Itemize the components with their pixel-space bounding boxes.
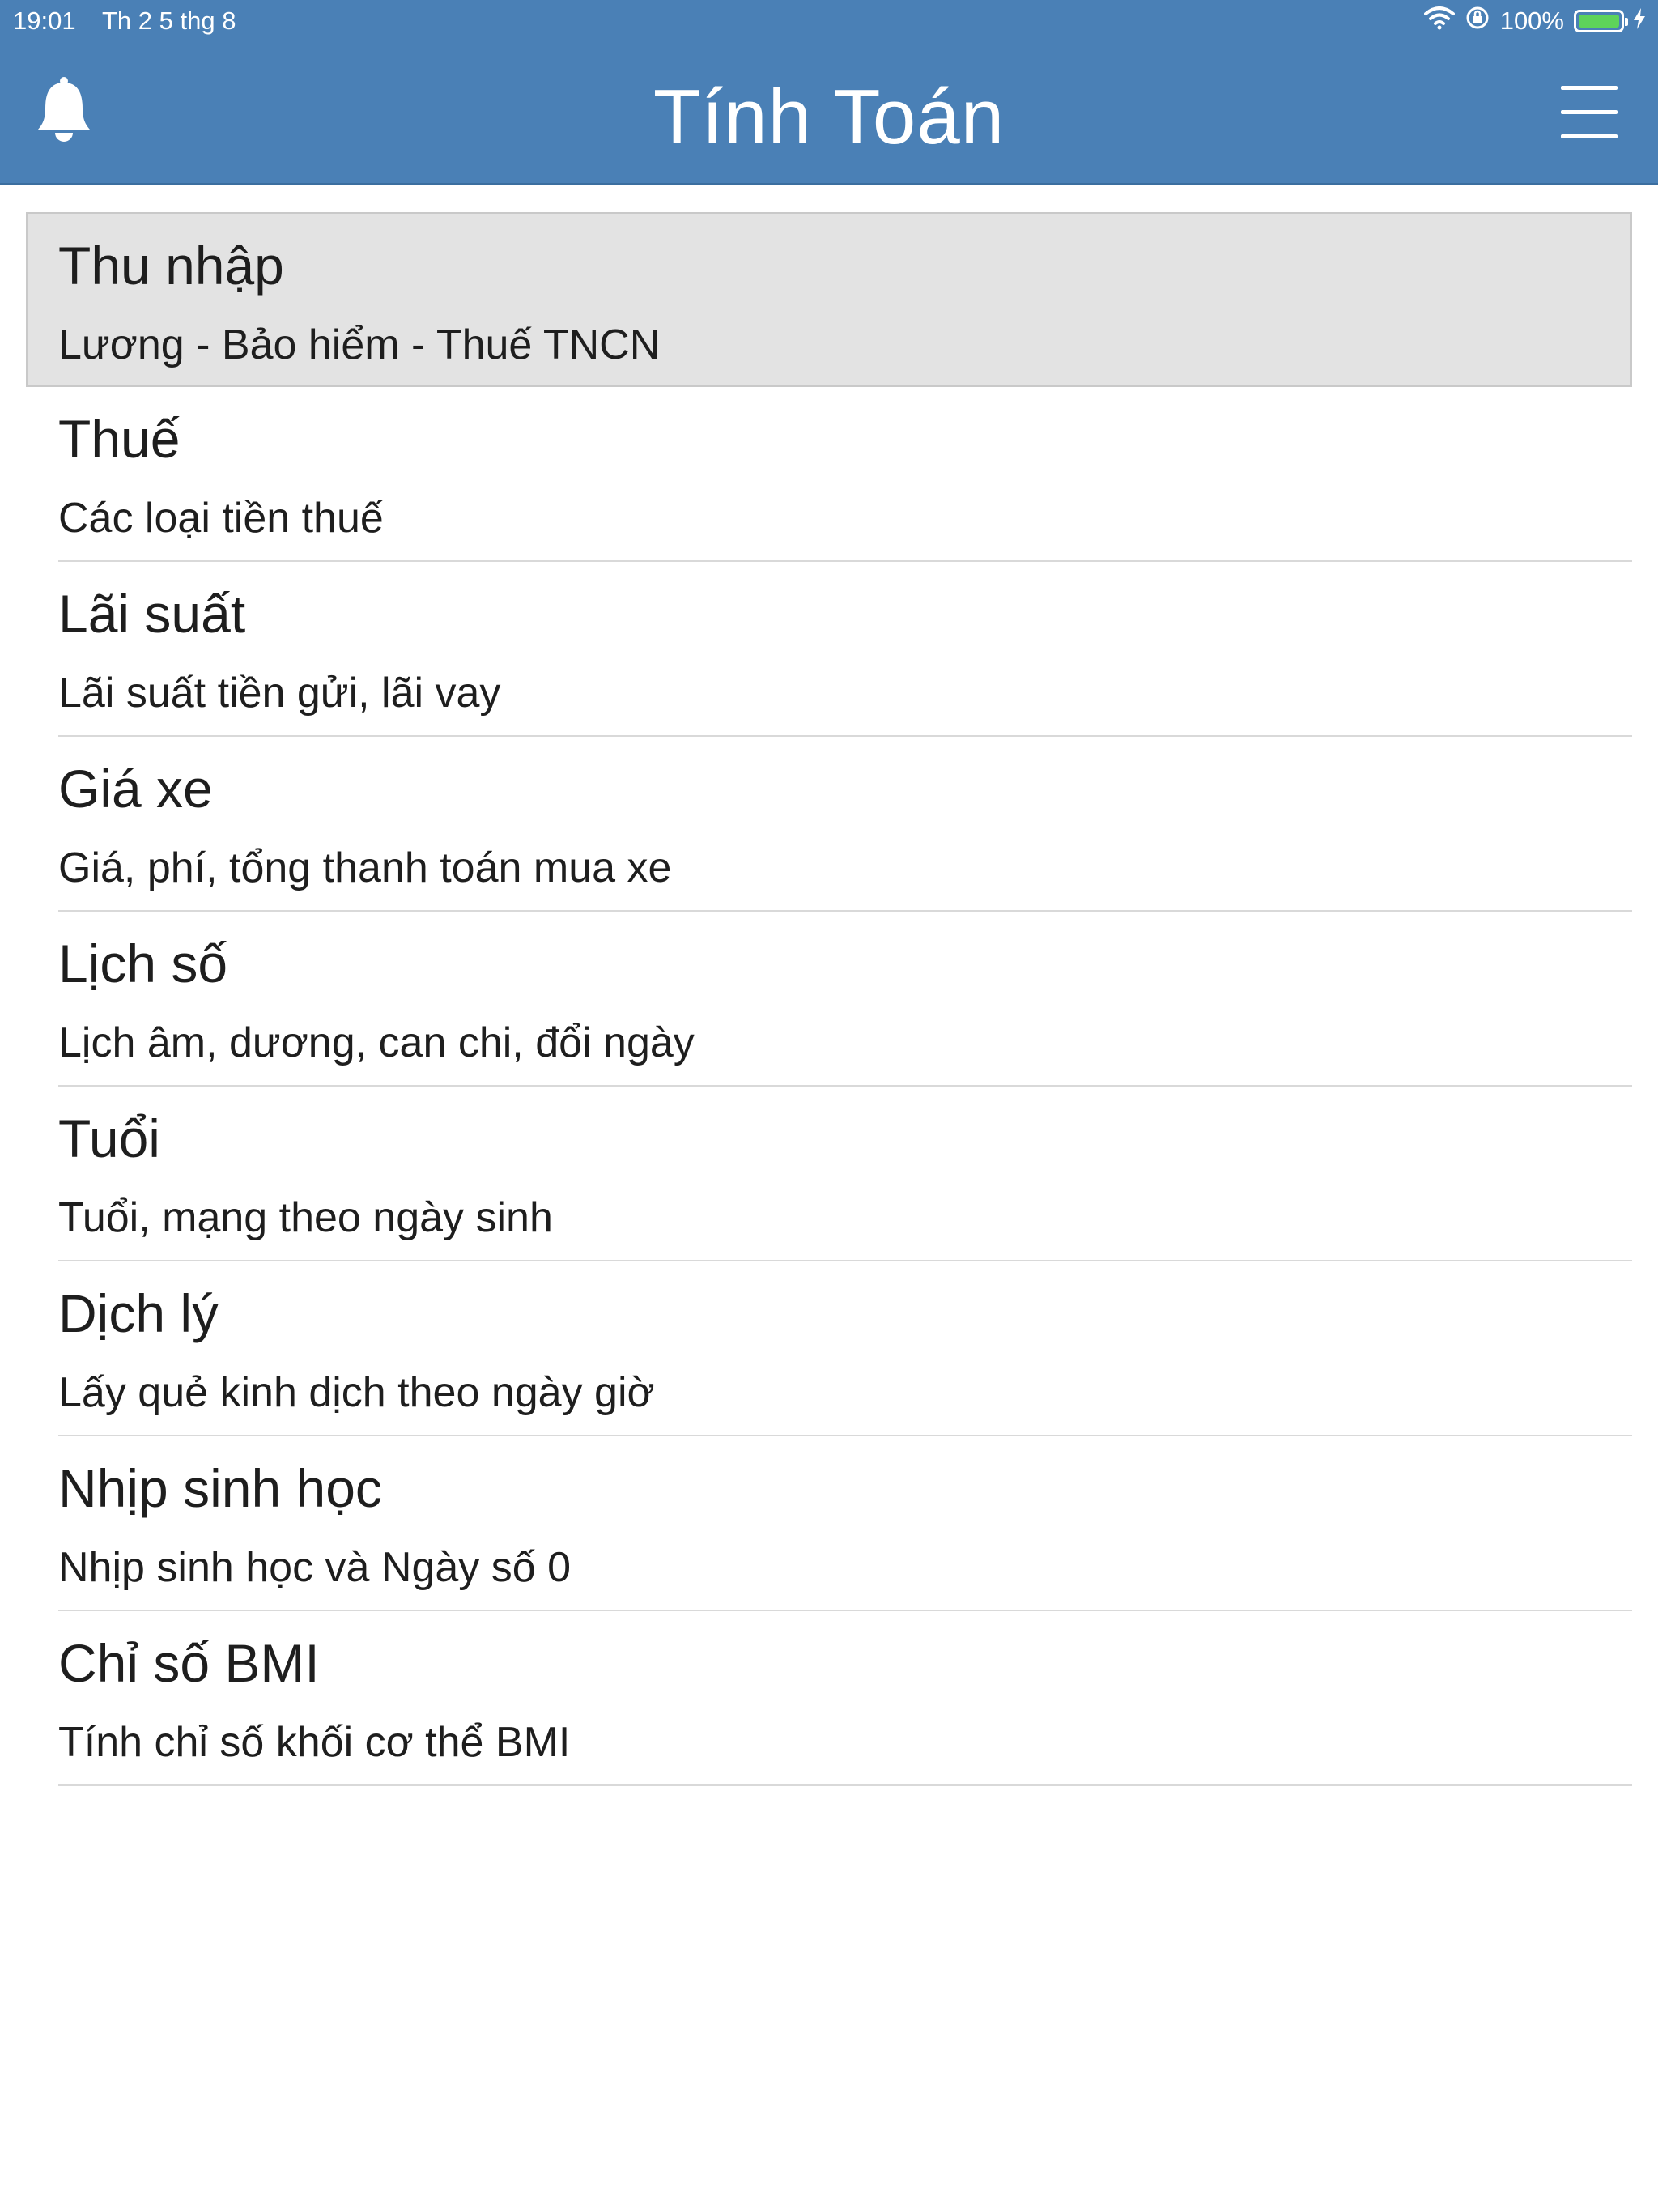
battery-nub: [1625, 18, 1628, 26]
item-title: Thuế: [58, 409, 181, 469]
battery-icon: [1574, 10, 1628, 32]
item-subtitle: Tuổi, mạng theo ngày sinh: [58, 1194, 553, 1241]
item-title: Chỉ số BMI: [58, 1633, 320, 1693]
list-item-dich-ly[interactable]: Dịch lý Lấy quẻ kinh dịch theo ngày giờ: [58, 1261, 1632, 1436]
menu-button[interactable]: [1561, 83, 1622, 144]
orientation-lock-icon: [1465, 5, 1490, 37]
item-subtitle: Lương - Bảo hiểm - Thuế TNCN: [58, 321, 661, 368]
battery-level-fill: [1579, 15, 1619, 28]
battery-percent: 100%: [1499, 6, 1564, 35]
wifi-icon: [1423, 6, 1455, 36]
nav-bar: Tính Toán: [0, 42, 1658, 185]
item-title: Tuổi: [58, 1108, 160, 1168]
item-subtitle: Lãi suất tiền gửi, lãi vay: [58, 670, 501, 717]
item-title: Lịch số: [58, 934, 228, 993]
list-item-tuoi[interactable]: Tuổi Tuổi, mạng theo ngày sinh: [58, 1087, 1632, 1261]
item-subtitle: Tính chỉ số khối cơ thể BMI: [58, 1719, 571, 1766]
item-title: Dịch lý: [58, 1283, 219, 1343]
item-title: Giá xe: [58, 759, 213, 819]
list-item-lai-suat[interactable]: Lãi suất Lãi suất tiền gửi, lãi vay: [58, 562, 1632, 737]
calculator-list: Thu nhập Lương - Bảo hiểm - Thuế TNCN Th…: [26, 212, 1632, 1786]
status-time: 19:01: [13, 6, 76, 35]
list-item-lich-so[interactable]: Lịch số Lịch âm, dương, can chi, đổi ngà…: [58, 912, 1632, 1087]
charging-bolt-icon: [1634, 6, 1645, 36]
list-item-thue[interactable]: Thuế Các loại tiền thuế: [58, 387, 1632, 562]
item-subtitle: Nhịp sinh học và Ngày số 0: [58, 1544, 572, 1591]
list-item-thu-nhap[interactable]: Thu nhập Lương - Bảo hiểm - Thuế TNCN: [26, 212, 1632, 387]
item-subtitle: Giá, phí, tổng thanh toán mua xe: [58, 844, 672, 891]
list-item-nhip-sinh-hoc[interactable]: Nhịp sinh học Nhịp sinh học và Ngày số 0: [58, 1436, 1632, 1611]
item-subtitle: Các loại tiền thuế: [58, 495, 384, 542]
status-indicators: 100%: [1423, 5, 1645, 37]
item-title: Thu nhập: [58, 236, 284, 296]
item-subtitle: Lấy quẻ kinh dịch theo ngày giờ: [58, 1369, 655, 1416]
status-date: Th 2 5 thg 8: [102, 6, 236, 35]
list-item-gia-xe[interactable]: Giá xe Giá, phí, tổng thanh toán mua xe: [58, 737, 1632, 912]
status-bar: 19:01 Th 2 5 thg 8 100%: [0, 0, 1658, 42]
item-title: Nhịp sinh học: [58, 1458, 382, 1518]
item-subtitle: Lịch âm, dương, can chi, đổi ngày: [58, 1019, 695, 1066]
page-title: Tính Toán: [653, 74, 1005, 160]
list-item-chi-so-bmi[interactable]: Chỉ số BMI Tính chỉ số khối cơ thể BMI: [58, 1611, 1632, 1786]
item-title: Lãi suất: [58, 584, 246, 644]
